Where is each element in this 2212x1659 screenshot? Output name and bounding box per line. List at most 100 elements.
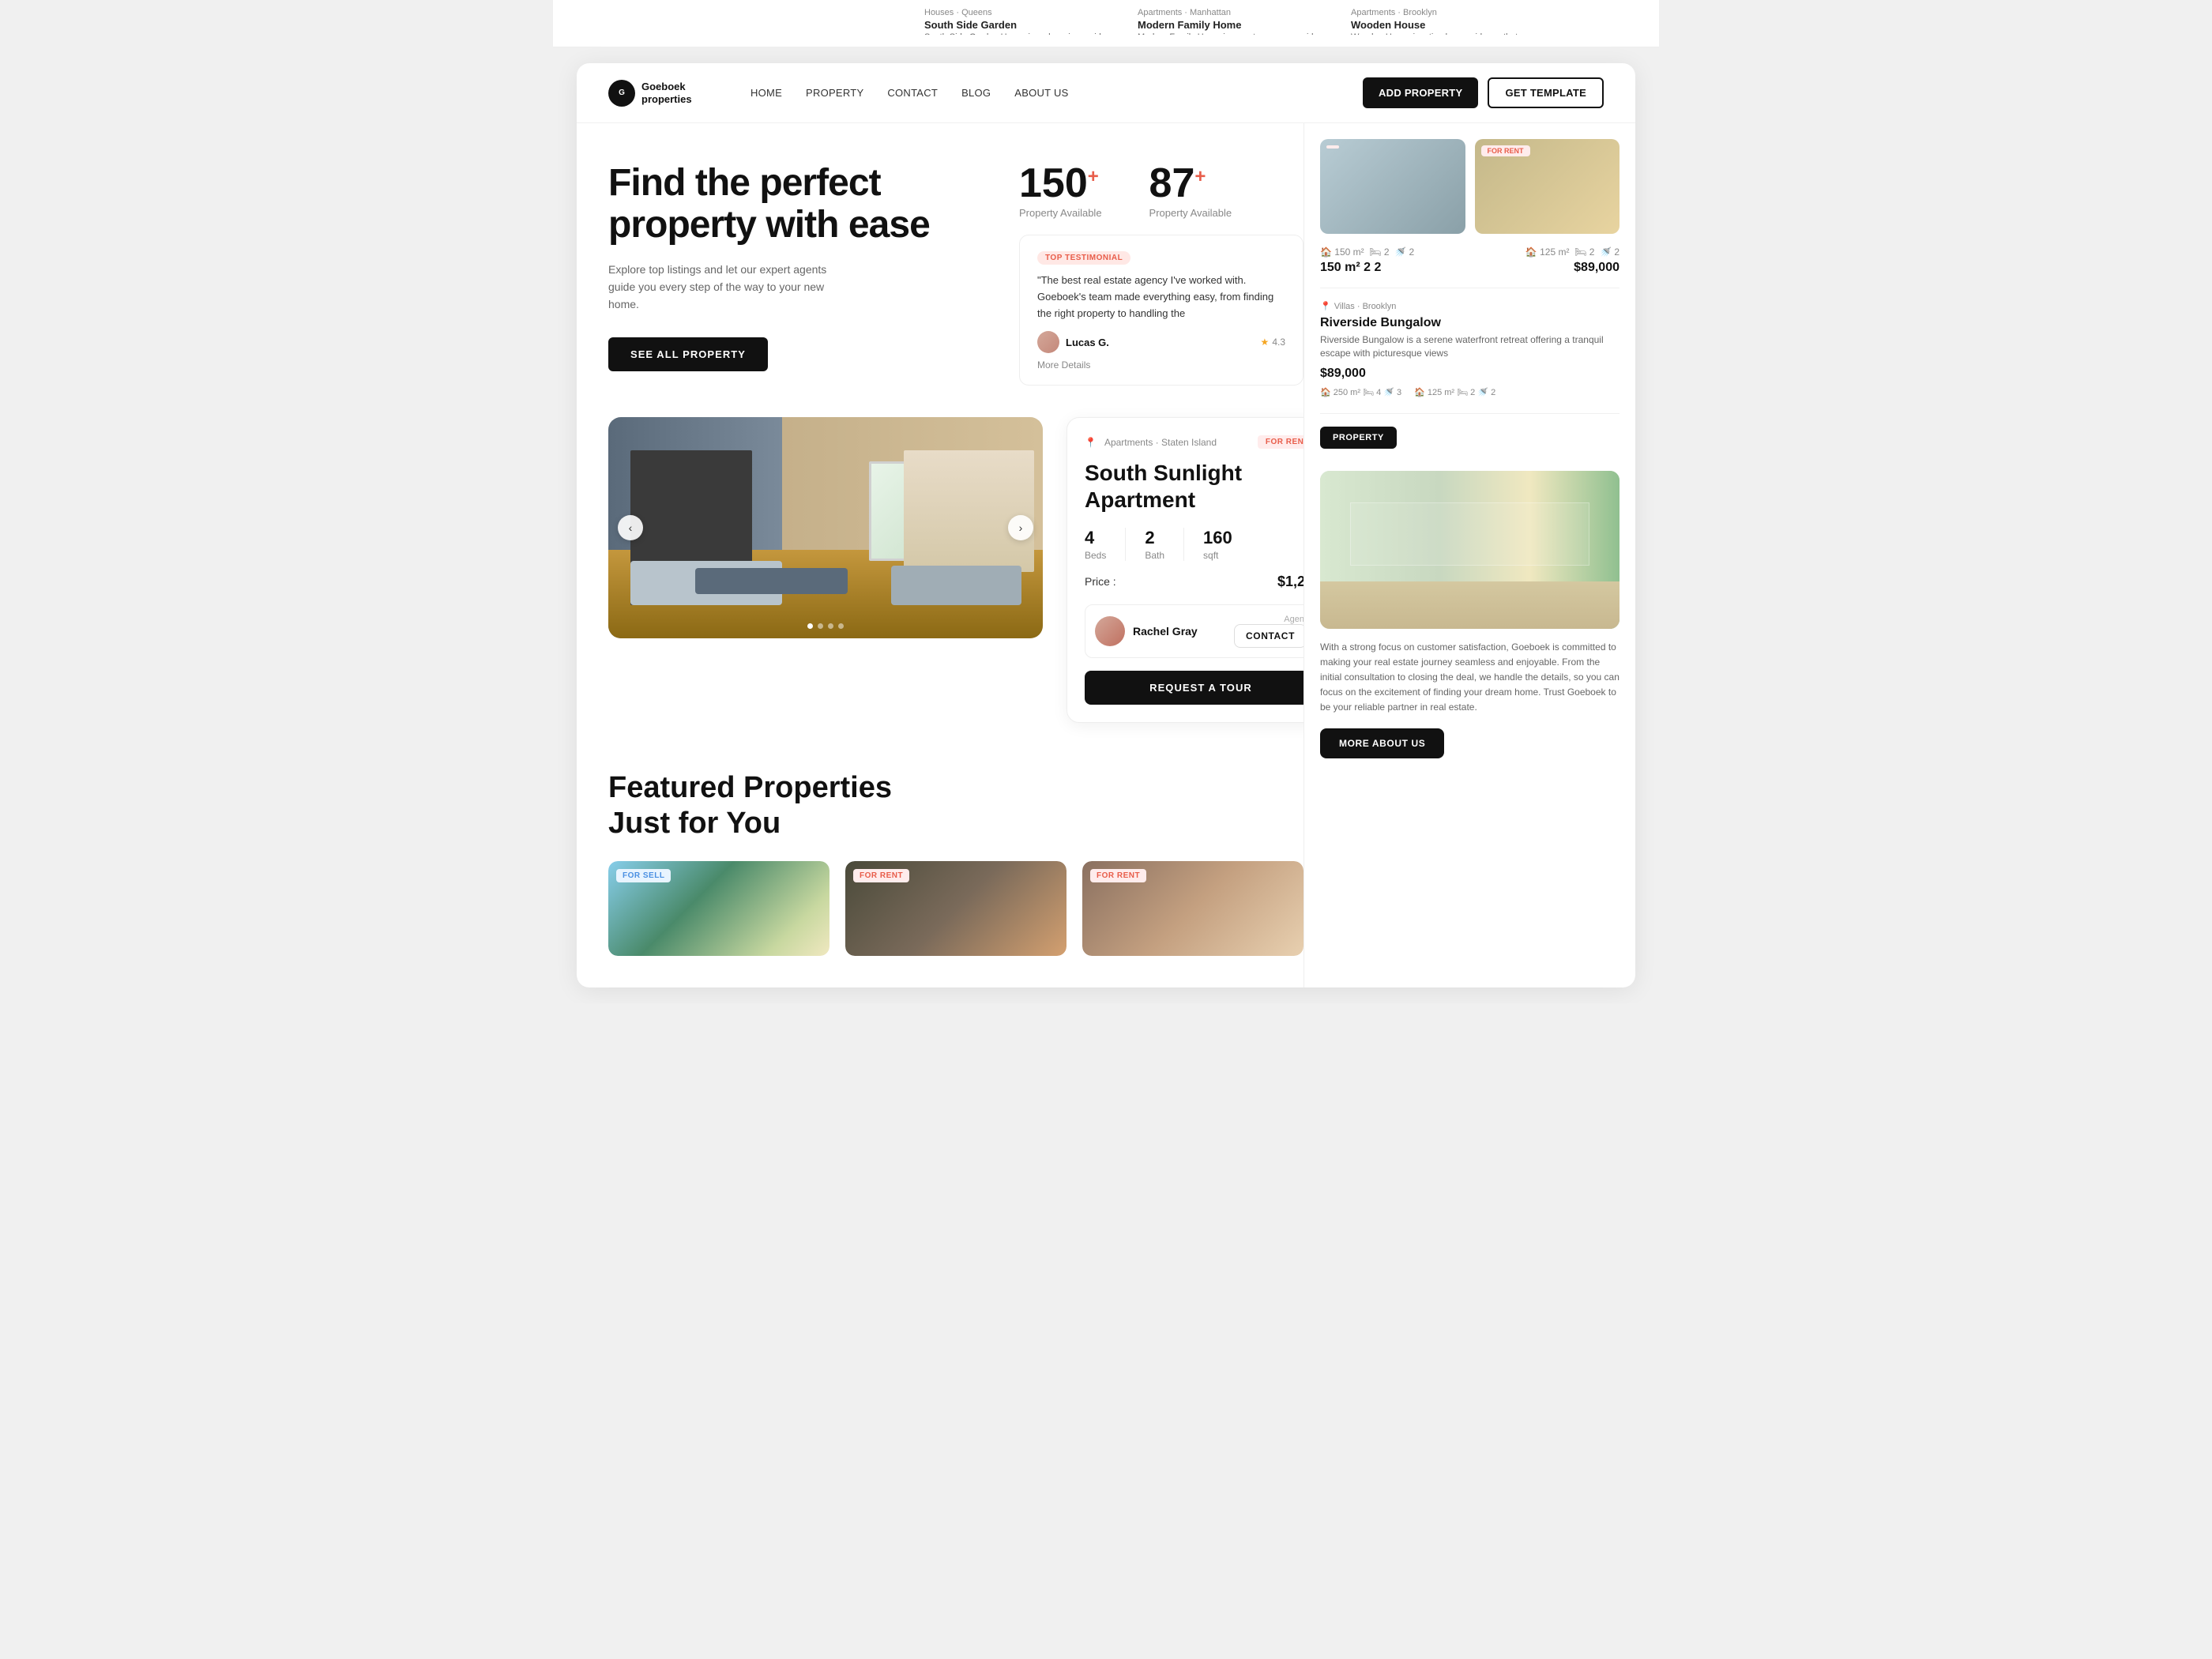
testimonial-card: TOP TESTIMONIAL "The best real estate ag… [1019, 235, 1304, 386]
property-breadcrumb: Apartments · Staten Island [1104, 437, 1250, 448]
peek-desc-2: Modern Family Home is a contemporary res… [1138, 32, 1327, 35]
featured-card-img-2: FOR RENT [845, 861, 1066, 956]
dot-2[interactable] [818, 623, 823, 629]
nav-property[interactable]: PROPERTY [806, 87, 863, 99]
property-showcase: ‹ › 📍 Apartments · Staten [577, 417, 1335, 762]
see-all-button[interactable]: SEE ALL PROPERTY [608, 337, 768, 371]
rp-riverside-breadcrumb: 📍 Villas · Brooklyn [1320, 301, 1620, 311]
dot-4[interactable] [838, 623, 844, 629]
hero-right: 150+ Property Available 87+ Property Ava… [1019, 163, 1304, 386]
peek-desc-1: South Side Garden House is a charming re… [924, 32, 1114, 35]
agent-row: Rachel Gray Agent CONTACT [1085, 604, 1317, 658]
peek-title-3: Wooden House [1351, 19, 1540, 31]
testimonial-text: "The best real estate agency I've worked… [1037, 273, 1285, 322]
rp-price-1: 150 m² 2 2 [1320, 261, 1414, 275]
peek-breadcrumb-3: Apartments · Brooklyn [1351, 8, 1540, 17]
logo: G Goeboek properties [608, 80, 703, 107]
agent-label: Agent [1234, 615, 1307, 624]
property-specs: 4 Beds 2 Bath 160 sqft [1085, 528, 1317, 561]
showcase-image: ‹ › [608, 417, 1043, 638]
rp-section-badge: PROPERTY [1320, 427, 1397, 449]
rp-price-2: $89,000 [1525, 261, 1620, 275]
more-about-us-button[interactable]: MORE ABOUT US [1320, 728, 1444, 758]
location-icon: 📍 [1085, 437, 1097, 448]
stat-number-1: 150+ [1019, 163, 1102, 204]
nav-contact[interactable]: CONTACT [887, 87, 938, 99]
request-tour-button[interactable]: REQUEST A TOUR [1085, 671, 1317, 705]
agent-avatar [1095, 616, 1125, 646]
author-rating: ★ 4.3 [1261, 337, 1285, 348]
navigation: G Goeboek properties HOME PROPERTY CONTA… [577, 63, 1635, 123]
more-details-link[interactable]: More Details [1037, 359, 1285, 371]
agent-info: Rachel Gray [1095, 616, 1198, 646]
main-card: G Goeboek properties HOME PROPERTY CONTA… [577, 63, 1635, 988]
get-template-button[interactable]: GET TEMPLATE [1488, 77, 1604, 108]
rp-listing-card-1[interactable] [1320, 139, 1465, 234]
property-price: Price : $1,2... [1085, 574, 1317, 590]
featured-card-2[interactable]: FOR RENT [845, 861, 1066, 956]
right-panel: FOR RENT 🏠 150 m² 🛏 2 🚿 2 150 m² 2 2 🏠 1… [1304, 123, 1635, 988]
agent-name: Rachel Gray [1133, 625, 1198, 638]
rp-badge-1 [1326, 145, 1339, 149]
peek-desc-3: Wooden House is a timeless residence tha… [1351, 32, 1540, 35]
rp-riverside-title: Riverside Bungalow [1320, 316, 1620, 330]
featured-card-1[interactable]: FOR SELL [608, 861, 830, 956]
peek-breadcrumb-2: Apartments · Manhattan [1138, 8, 1327, 17]
spec-bath: 2 Bath [1145, 528, 1164, 561]
logo-icon: G [608, 80, 635, 107]
carousel-dots [807, 623, 844, 629]
nav-about[interactable]: ABOUT US [1014, 87, 1068, 99]
featured-badge-2: FOR RENT [853, 869, 909, 882]
author-avatar [1037, 331, 1059, 353]
rp-listing-card-2[interactable]: FOR RENT [1475, 139, 1620, 234]
carousel-prev-button[interactable]: ‹ [618, 515, 643, 540]
property-detail-card: 📍 Apartments · Staten Island FOR RENT So… [1066, 417, 1335, 722]
rp-riverside-specs: 🏠 250 m² 🛏 4 🚿 3 🏠 125 m² 🛏 2 🚿 2 [1320, 387, 1620, 397]
featured-cards: FOR SELL FOR RENT FOR RENT [608, 861, 1304, 956]
nav-home[interactable]: HOME [750, 87, 782, 99]
testimonial-author: Lucas G. ★ 4.3 [1037, 331, 1285, 353]
star-icon: ★ [1261, 337, 1270, 348]
dot-1[interactable] [807, 623, 813, 629]
peek-title-2: Modern Family Home [1138, 19, 1327, 31]
hero-title: Find the perfect property with ease [608, 163, 988, 246]
dot-3[interactable] [828, 623, 833, 629]
property-title: South Sunlight Apartment [1085, 460, 1317, 513]
spec-sqft: 160 sqft [1203, 528, 1232, 561]
spec-beds: 4 Beds [1085, 528, 1106, 561]
nav-blog[interactable]: BLOG [961, 87, 991, 99]
featured-section: Featured PropertiesJust for You FOR SELL… [577, 762, 1335, 988]
stat-label-2: Property Available [1149, 207, 1232, 219]
stat-agents: 87+ Property Available [1149, 163, 1232, 219]
rp-large-property-image [1320, 471, 1620, 629]
top-peek-item-2[interactable]: Apartments · Manhattan Modern Family Hom… [1138, 8, 1327, 35]
top-peek-strip: Houses · Queens South Side Garden South … [553, 0, 1659, 47]
nav-actions: ADD PROPERTY GET TEMPLATE [1363, 77, 1604, 108]
top-peek-item-1[interactable]: Houses · Queens South Side Garden South … [924, 8, 1114, 35]
hero-stats: 150+ Property Available 87+ Property Ava… [1019, 163, 1304, 219]
hero-left: Find the perfect property with ease Expl… [608, 163, 988, 371]
peek-title-1: South Side Garden [924, 19, 1114, 31]
stat-properties-available: 150+ Property Available [1019, 163, 1102, 219]
carousel-next-button[interactable]: › [1008, 515, 1033, 540]
property-card-header: 📍 Apartments · Staten Island FOR RENT [1085, 435, 1317, 449]
nav-links: HOME PROPERTY CONTACT BLOG ABOUT US [750, 87, 1331, 99]
right-panel-divider-2 [1320, 413, 1620, 414]
featured-badge-3: FOR RENT [1090, 869, 1146, 882]
rp-badge-2: FOR RENT [1481, 145, 1530, 156]
logo-text: Goeboek properties [641, 81, 692, 105]
hero-subtitle: Explore top listings and let our expert … [608, 261, 845, 314]
peek-breadcrumb-1: Houses · Queens [924, 8, 1114, 17]
hero-section: Find the perfect property with ease Expl… [577, 123, 1335, 417]
top-peek-item-3[interactable]: Apartments · Brooklyn Wooden House Woode… [1351, 8, 1540, 35]
featured-card-3[interactable]: FOR RENT [1082, 861, 1304, 956]
add-property-button[interactable]: ADD PROPERTY [1363, 77, 1478, 108]
featured-badge-1: FOR SELL [616, 869, 671, 882]
location-pin-icon: 📍 [1320, 301, 1331, 311]
rp-specs-2: 🏠 125 m² 🛏 2 🚿 2 [1525, 246, 1620, 258]
contact-agent-button[interactable]: CONTACT [1234, 624, 1307, 648]
author-name: Lucas G. [1066, 337, 1109, 348]
rp-riverside-price: $89,000 [1320, 367, 1620, 381]
riverside-bungalow-listing[interactable]: 📍 Villas · Brooklyn Riverside Bungalow R… [1320, 301, 1620, 397]
featured-card-img-3: FOR RENT [1082, 861, 1304, 956]
